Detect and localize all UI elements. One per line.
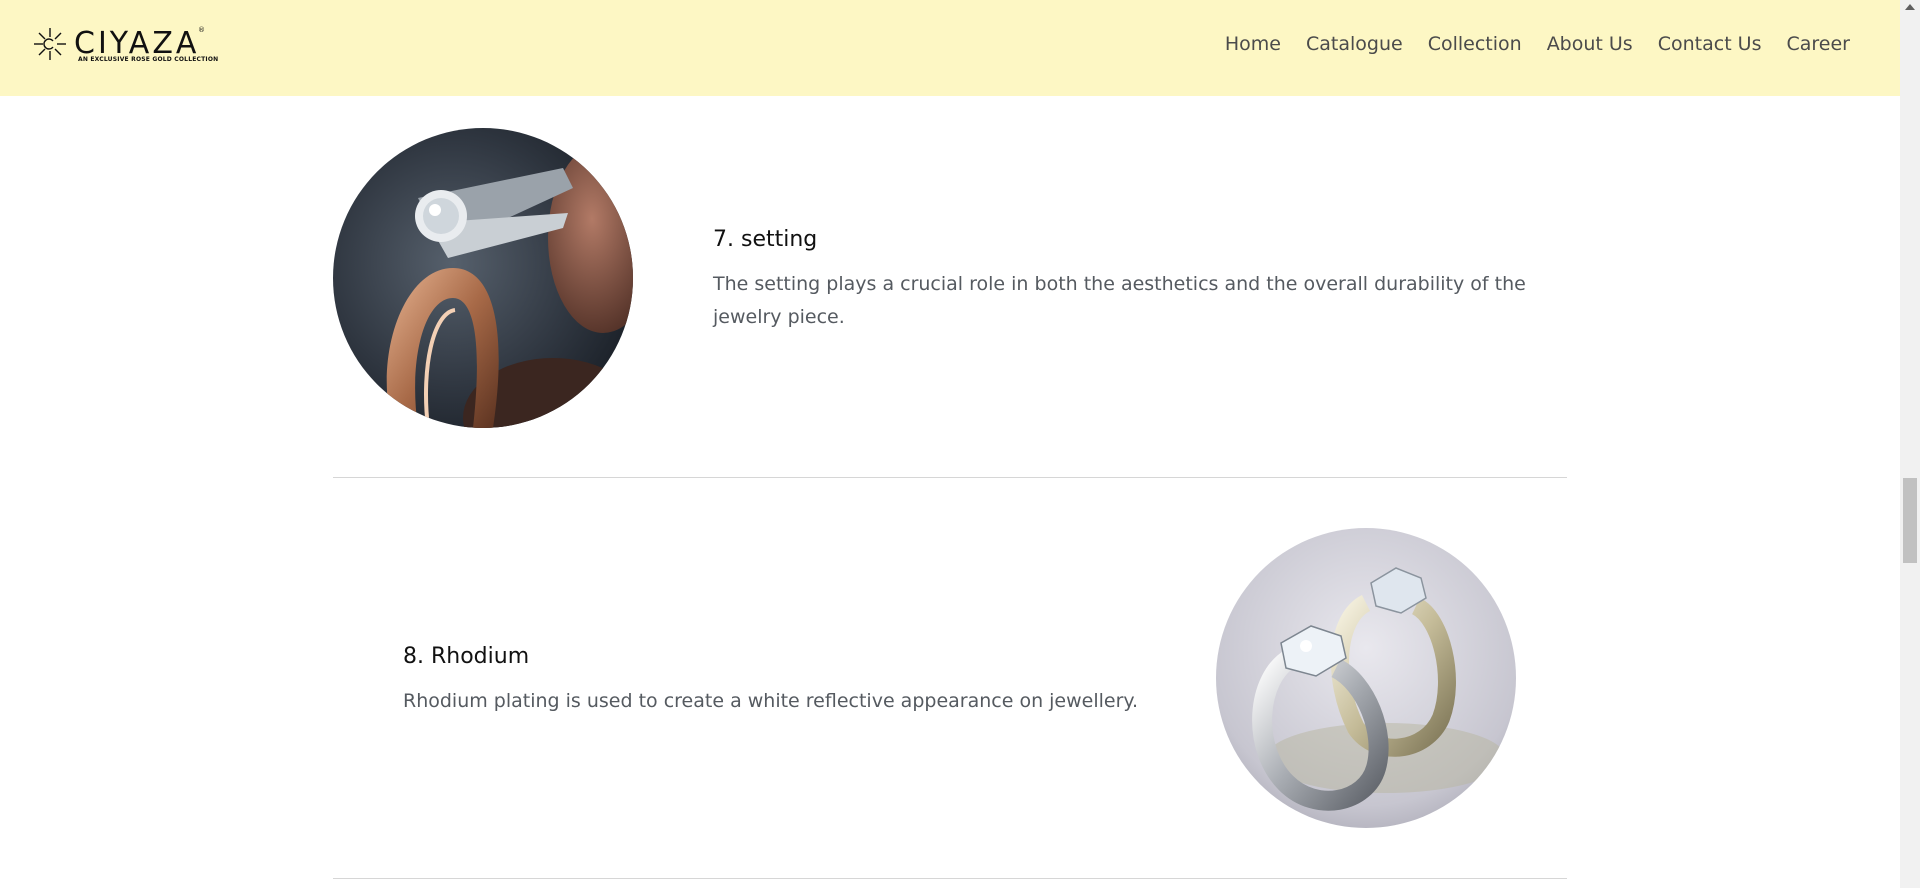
sun-logo-icon: [34, 28, 66, 60]
nav-about-us[interactable]: About Us: [1547, 33, 1633, 55]
scrollbar-thumb[interactable]: [1903, 478, 1917, 563]
nav-catalogue[interactable]: Catalogue: [1306, 33, 1403, 55]
rose-gold-ring-setting-photo: [333, 128, 633, 428]
item-8-description: Rhodium plating is used to create a whit…: [403, 690, 1138, 712]
nav-collection[interactable]: Collection: [1428, 33, 1522, 55]
registered-mark: ®: [198, 26, 205, 34]
nav-career[interactable]: Career: [1787, 33, 1851, 55]
nav-contact-us[interactable]: Contact Us: [1658, 33, 1762, 55]
main-nav: Home Catalogue Collection About Us Conta…: [1225, 33, 1850, 55]
item-8-title: 8. Rhodium: [403, 644, 530, 669]
nav-home[interactable]: Home: [1225, 33, 1281, 55]
rhodium-plated-rings-photo: [1216, 528, 1516, 828]
section-divider: [333, 477, 1567, 478]
section-divider: [333, 878, 1567, 879]
navbar: CIYAZA ® AN EXCLUSIVE ROSE GOLD COLLECTI…: [0, 0, 1900, 96]
brand-tagline: AN EXCLUSIVE ROSE GOLD COLLECTION: [78, 56, 219, 63]
scroll-up-arrow-icon[interactable]: [1905, 4, 1915, 10]
item-7-title: 7. setting: [713, 227, 818, 252]
page-scrollbar[interactable]: [1900, 0, 1920, 888]
item-7-description: The setting plays a crucial role in both…: [713, 273, 1526, 328]
